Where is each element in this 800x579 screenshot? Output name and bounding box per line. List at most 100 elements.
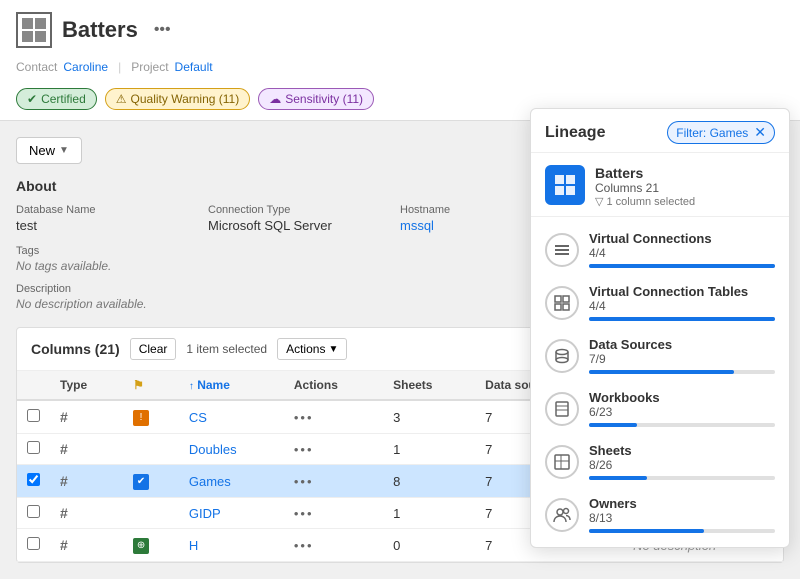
row-actions[interactable]: ••• [284,434,383,465]
lineage-item-count: 8/26 [589,458,775,472]
row-checkbox[interactable] [27,409,40,422]
actions-label: Actions [286,342,325,356]
column-name-link[interactable]: CS [189,410,207,425]
row-actions-button[interactable]: ••• [294,506,314,521]
contact-value[interactable]: Caroline [63,60,108,74]
quality-warning-icon: ! [133,410,149,426]
column-name-link[interactable]: H [189,538,198,553]
column-name-link[interactable]: GIDP [189,506,221,521]
lineage-item-count: 6/23 [589,405,775,419]
row-checkbox[interactable] [27,537,40,550]
badge-certified[interactable]: ✔ Certified [16,88,97,110]
project-value[interactable]: Default [175,60,213,74]
lineage-bar-fill [589,370,734,374]
lineage-item-icon-virtual-connections [545,233,579,267]
lineage-header: Lineage Filter: Games ✕ [531,109,789,153]
row-name[interactable]: H [179,529,284,562]
row-type: # [50,400,123,434]
th-sheets[interactable]: Sheets [383,371,475,400]
main-content: Batters ••• Contact Caroline | Project D… [0,0,800,566]
quality-shield-icon: ⊕ [133,538,149,554]
lineage-item[interactable]: Data Sources 7/9 [531,329,789,382]
th-actions[interactable]: Actions [284,371,383,400]
th-checkbox [17,371,50,400]
project-label: Project [131,60,168,74]
columns-title: Columns (21) [31,341,120,357]
lineage-item-count: 8/13 [589,511,775,525]
db-name-label: Database Name [16,204,208,216]
filter-close-icon[interactable]: ✕ [754,124,766,141]
lineage-panel: Lineage Filter: Games ✕ Batters Columns … [530,108,790,548]
lineage-item-icon-virtual-connection-tables [545,286,579,320]
row-actions-button[interactable]: ••• [294,442,314,457]
column-name-link[interactable]: Games [189,474,231,489]
lineage-items: Virtual Connections 4/4 Virtual Connecti… [531,217,789,547]
row-name[interactable]: GIDP [179,498,284,529]
lineage-item-content: Sheets 8/26 [589,443,775,480]
row-actions[interactable]: ••• [284,529,383,562]
lineage-entity: Batters Columns 21 ▽ 1 column selected [531,153,789,217]
type-hash: # [60,409,68,425]
row-checkbox-cell[interactable] [17,434,50,465]
entity-icon [545,165,585,205]
quality-label: Quality Warning (11) [131,92,240,106]
badge-quality-warning[interactable]: ⚠ Quality Warning (11) [105,88,250,110]
clear-button[interactable]: Clear [130,338,177,360]
th-name[interactable]: ↑ Name [179,371,284,400]
type-hash: # [60,441,68,457]
row-name[interactable]: CS [179,400,284,434]
actions-button[interactable]: Actions ▼ [277,338,347,360]
row-checkbox-cell[interactable] [17,465,50,498]
filter-label: Filter: Games [676,126,748,140]
row-sheets: 8 [383,465,475,498]
row-actions-button[interactable]: ••• [294,538,314,553]
row-checkbox[interactable] [27,441,40,454]
lineage-item[interactable]: Sheets 8/26 [531,435,789,488]
type-hash: # [60,537,68,553]
row-name[interactable]: Games [179,465,284,498]
lineage-item-count: 7/9 [589,352,775,366]
row-actions[interactable]: ••• [284,498,383,529]
row-sheets: 1 [383,434,475,465]
column-name-link[interactable]: Doubles [189,442,237,457]
lineage-bar-track [589,264,775,268]
lineage-item[interactable]: Workbooks 6/23 [531,382,789,435]
lineage-bar-fill [589,264,775,268]
new-button[interactable]: New ▼ [16,137,82,164]
quality-certified-icon: ✔ [133,474,149,490]
lineage-item-icon-workbooks [545,392,579,426]
lineage-item-name: Sheets [589,443,775,458]
row-checkbox[interactable] [27,505,40,518]
lineage-item[interactable]: Virtual Connections 4/4 [531,223,789,276]
table-icon [16,12,52,48]
row-quality: ✔ [123,465,179,498]
row-actions[interactable]: ••• [284,465,383,498]
badge-sensitivity[interactable]: ☁ Sensitivity (11) [258,88,374,110]
row-quality [123,434,179,465]
th-type[interactable]: Type [50,371,123,400]
row-actions-button[interactable]: ••• [294,474,314,489]
certified-dot: ✔ [27,92,37,106]
lineage-item-content: Data Sources 7/9 [589,337,775,374]
row-checkbox-cell[interactable] [17,498,50,529]
entity-selected: ▽ 1 column selected [595,195,695,208]
lineage-bar-fill [589,423,637,427]
th-quality-icon: ⚑ [123,371,179,400]
row-checkbox[interactable] [27,473,40,486]
about-db-name: Database Name test [16,204,208,233]
more-options-button[interactable]: ••• [148,19,177,41]
row-checkbox-cell[interactable] [17,400,50,434]
row-actions-button[interactable]: ••• [294,410,314,425]
lineage-bar-track [589,476,775,480]
lineage-filter[interactable]: Filter: Games ✕ [667,121,775,144]
row-actions[interactable]: ••• [284,400,383,434]
lineage-item-name: Owners [589,496,775,511]
lineage-bar-track [589,423,775,427]
lineage-item[interactable]: Owners 8/13 [531,488,789,541]
lineage-item[interactable]: Virtual Connection Tables 4/4 [531,276,789,329]
contact-label: Contact [16,60,57,74]
new-label: New [29,143,55,158]
row-checkbox-cell[interactable] [17,529,50,562]
row-type: # [50,434,123,465]
row-name[interactable]: Doubles [179,434,284,465]
